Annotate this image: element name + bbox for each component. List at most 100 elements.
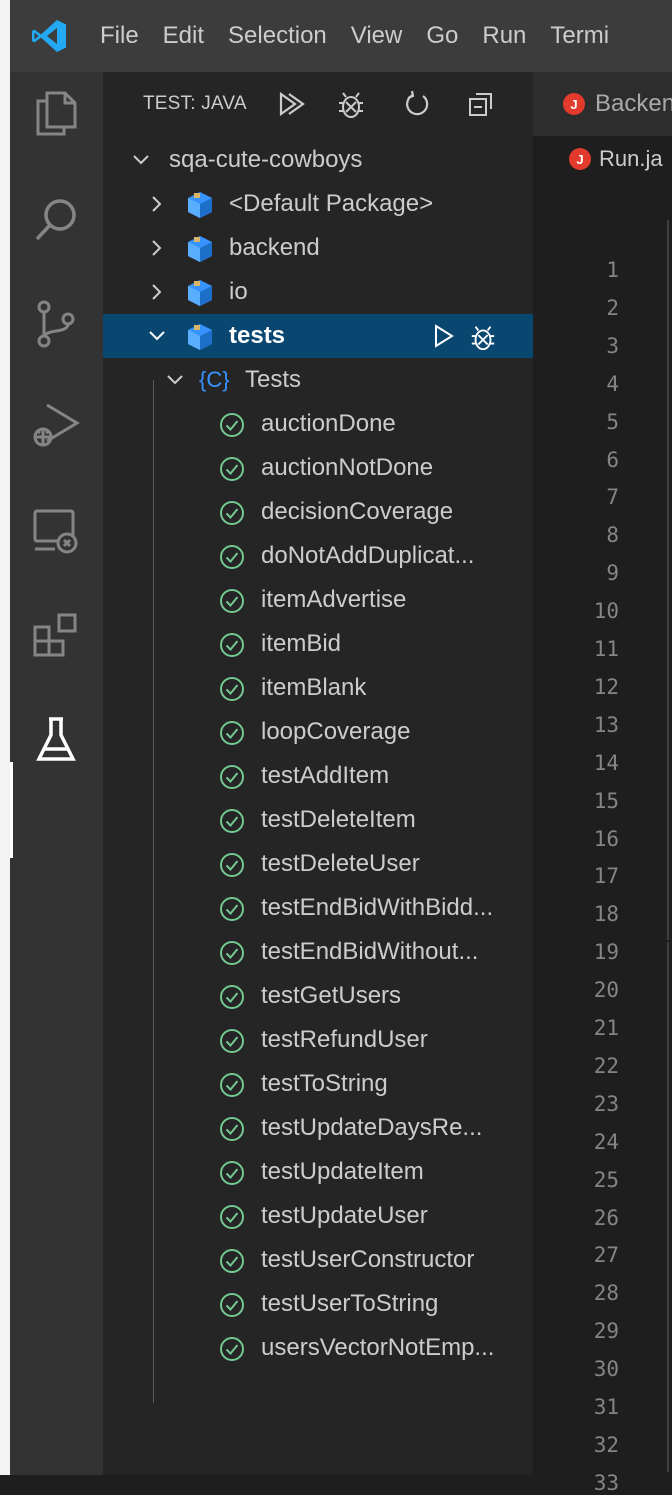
test-item[interactable]: testUpdateItem — [103, 1150, 533, 1194]
test-label: itemBlank — [261, 674, 367, 701]
line-number: 22 — [593, 1054, 619, 1078]
debug-all-tests-icon[interactable] — [333, 86, 369, 122]
run-test-icon[interactable] — [433, 324, 455, 355]
test-item[interactable]: auctionNotDone — [103, 446, 533, 490]
tree-item-tests-package[interactable]: tests — [103, 314, 533, 358]
test-passed-icon — [220, 853, 244, 877]
line-number: 31 — [593, 1395, 619, 1419]
testing-flask-icon[interactable] — [30, 714, 82, 766]
tree-item-workspace[interactable]: sqa-cute-cowboys — [103, 138, 533, 182]
run-debug-icon[interactable] — [30, 398, 82, 450]
chevron-right-icon[interactable] — [145, 226, 169, 270]
test-item[interactable]: testGetUsers — [103, 974, 533, 1018]
tree-item-tests-class[interactable]: {C} Tests — [103, 358, 533, 402]
line-number: 14 — [593, 751, 619, 775]
test-passed-icon — [220, 589, 244, 613]
test-passed-icon — [220, 1161, 244, 1185]
chevron-down-icon[interactable] — [163, 358, 187, 402]
chevron-down-icon[interactable] — [145, 314, 169, 358]
test-label: testDeleteItem — [261, 806, 416, 833]
debug-test-icon[interactable] — [469, 322, 497, 359]
test-item[interactable]: testUserConstructor — [103, 1238, 533, 1282]
test-item[interactable]: testEndBidWithBidd... — [103, 886, 533, 930]
test-passed-icon — [220, 985, 244, 1009]
line-number: 3 — [606, 334, 619, 358]
chevron-right-icon[interactable] — [145, 270, 169, 314]
menu-file[interactable]: File — [88, 0, 151, 72]
test-item[interactable]: testAddItem — [103, 754, 533, 798]
explorer-icon[interactable] — [30, 86, 82, 138]
test-item[interactable]: testDeleteItem — [103, 798, 533, 842]
test-passed-icon — [220, 1029, 244, 1053]
editor-tabs: J Backen — [533, 72, 672, 136]
run-all-tests-icon[interactable] — [273, 86, 309, 122]
test-item[interactable]: testEndBidWithout... — [103, 930, 533, 974]
test-label: testDeleteUser — [261, 850, 420, 877]
menu-edit[interactable]: Edit — [151, 0, 216, 72]
chevron-down-icon[interactable] — [129, 138, 153, 182]
sidebar-title: TEST: JAVA — [143, 93, 247, 114]
vscode-logo-icon[interactable] — [10, 0, 88, 72]
tab-label: Backen — [595, 90, 672, 117]
tree-item-default-package[interactable]: <Default Package> — [103, 182, 533, 226]
tab-backend[interactable]: J Backen — [533, 72, 672, 136]
test-label: loopCoverage — [261, 718, 411, 745]
test-label: testRefundUser — [261, 1026, 428, 1053]
package-icon — [188, 280, 212, 306]
test-label: testUserConstructor — [261, 1246, 475, 1273]
test-item[interactable]: loopCoverage — [103, 710, 533, 754]
test-passed-icon — [220, 501, 244, 525]
line-number: 21 — [593, 1016, 619, 1040]
test-item[interactable]: doNotAddDuplicat... — [103, 534, 533, 578]
breadcrumb[interactable]: J Run.ja — [569, 146, 663, 172]
test-item[interactable]: testUserToString — [103, 1282, 533, 1326]
menu-selection[interactable]: Selection — [216, 0, 339, 72]
line-number: 8 — [606, 523, 619, 547]
line-number: 5 — [606, 410, 619, 434]
extensions-icon[interactable] — [30, 610, 82, 662]
menu-go[interactable]: Go — [414, 0, 470, 72]
test-item[interactable]: itemBlank — [103, 666, 533, 710]
package-icon — [188, 236, 212, 262]
activity-bar — [10, 72, 103, 1475]
indent-guide — [667, 220, 669, 940]
refresh-icon[interactable] — [399, 86, 435, 122]
test-passed-icon — [220, 897, 244, 921]
test-label: testUpdateDaysRe... — [261, 1114, 483, 1141]
test-item[interactable]: decisionCoverage — [103, 490, 533, 534]
test-item[interactable]: testToString — [103, 1062, 533, 1106]
line-number: 29 — [593, 1319, 619, 1343]
test-item[interactable]: itemBid — [103, 622, 533, 666]
menu-run[interactable]: Run — [470, 0, 538, 72]
test-item[interactable]: usersVectorNotEmp... — [103, 1326, 533, 1370]
line-number: 20 — [593, 978, 619, 1002]
line-number: 4 — [606, 372, 619, 396]
test-passed-icon — [220, 677, 244, 701]
chevron-right-icon[interactable] — [145, 182, 169, 226]
tree-item-io[interactable]: io — [103, 270, 533, 314]
test-passed-icon — [220, 1073, 244, 1097]
menu-view[interactable]: View — [339, 0, 415, 72]
package-label: tests — [229, 322, 286, 349]
collapse-all-icon[interactable] — [463, 86, 499, 122]
test-item[interactable]: auctionDone — [103, 402, 533, 446]
test-item[interactable]: testRefundUser — [103, 1018, 533, 1062]
test-item[interactable]: testDeleteUser — [103, 842, 533, 886]
test-passed-icon — [220, 1117, 244, 1141]
editor-area: J Backen J Run.ja 1 2 3 4 5 6 7 8 9 10 11 12 13 14 15 1… — [533, 72, 672, 1495]
line-number: 24 — [593, 1130, 619, 1154]
menu-terminal[interactable]: Termi — [538, 0, 621, 72]
source-control-icon[interactable] — [30, 298, 82, 350]
search-icon[interactable] — [30, 194, 82, 246]
test-passed-icon — [220, 1205, 244, 1229]
line-number: 9 — [606, 561, 619, 585]
test-sidebar: TEST: JAVA sqa-cute-cowboys <Default Pac… — [103, 72, 533, 1475]
java-file-icon: J — [569, 148, 591, 170]
test-item[interactable]: testUpdateDaysRe... — [103, 1106, 533, 1150]
remote-explorer-icon[interactable] — [30, 504, 82, 556]
test-item[interactable]: itemAdvertise — [103, 578, 533, 622]
test-item[interactable]: testUpdateUser — [103, 1194, 533, 1238]
tree-item-backend[interactable]: backend — [103, 226, 533, 270]
test-passed-icon — [220, 633, 244, 657]
package-label: io — [229, 278, 248, 305]
